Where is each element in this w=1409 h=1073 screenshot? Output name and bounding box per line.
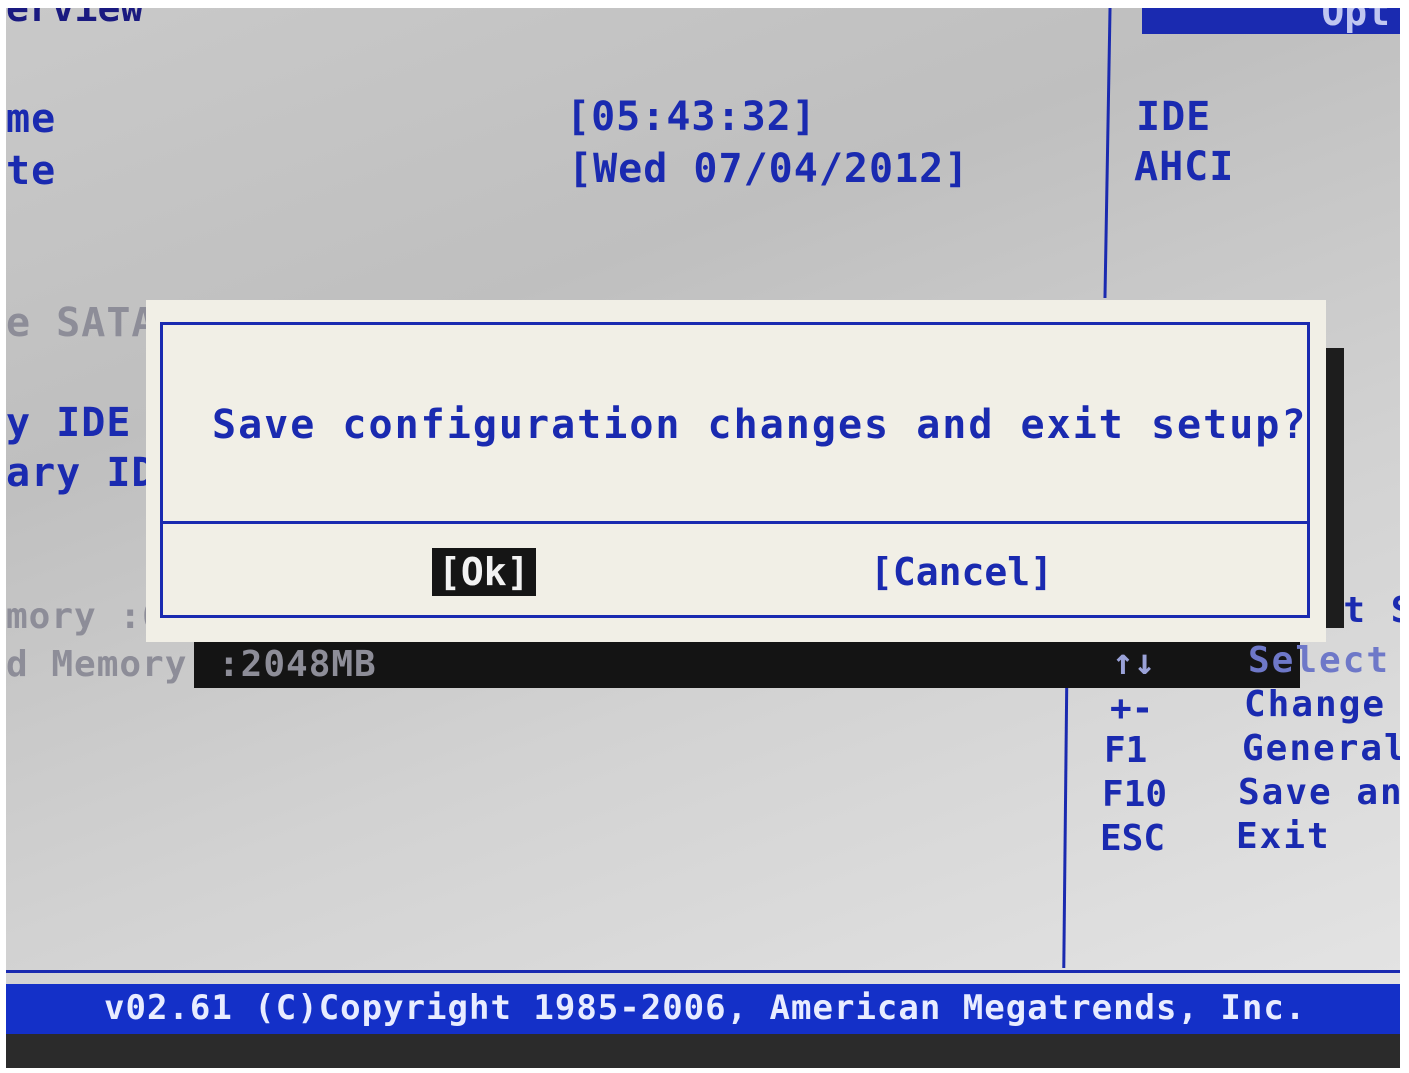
help-key-f1: F1 [1104,730,1148,771]
page-title: erview [6,8,144,30]
help-desc-exit: Exit [1236,816,1331,857]
primary-ide-label[interactable]: y IDE [6,400,131,446]
confirm-dialog: Save configuration changes and exit setu… [146,300,1326,642]
help-key-f10: F10 [1102,774,1168,815]
dialog-frame [160,322,1310,618]
sata-label: e SATA [6,300,157,346]
footer-bar: v02.61 (C)Copyright 1985-2006, American … [6,984,1400,1034]
dialog-message: Save configuration changes and exit setu… [212,402,1308,448]
help-key-plusminus: +- [1110,688,1154,729]
copyright-text: v02.61 (C)Copyright 1985-2006, American … [104,988,1307,1028]
system-date-label: te [6,148,57,194]
help-desc-save: Save an [1238,772,1400,813]
panel-divider [1103,8,1112,298]
options-header: Opt [1142,8,1400,34]
options-header-label: Opt [1321,8,1390,34]
monitor-bezel [6,1034,1400,1068]
bios-screen: erview Opt me te [05:43:32] [Wed 07/04/2… [6,8,1400,1068]
system-date-value[interactable]: [Wed 07/04/2012] [568,146,969,192]
system-time-value[interactable]: [05:43:32] [566,94,817,140]
installed-memory-label: d Memory [6,644,188,685]
help-key-arrows: ↑↓ [1112,642,1156,683]
secondary-ide-label[interactable]: ary ID [6,450,157,496]
footer-divider [6,970,1400,973]
system-time-label: me [6,96,57,142]
memory-label: mory :6 [6,596,165,637]
help-desc-change: Change [1244,684,1387,725]
help-desc-select: Select [1248,640,1391,681]
dialog-separator [163,521,1307,524]
cancel-button[interactable]: [Cancel] [864,548,1059,596]
installed-memory-value: :2048MB [218,644,377,685]
help-desc-general: General [1242,728,1400,769]
ok-button[interactable]: [Ok] [432,548,536,596]
option-ide[interactable]: IDE [1136,94,1211,140]
help-key-esc: ESC [1100,818,1166,859]
option-ahci[interactable]: AHCI [1134,144,1234,190]
